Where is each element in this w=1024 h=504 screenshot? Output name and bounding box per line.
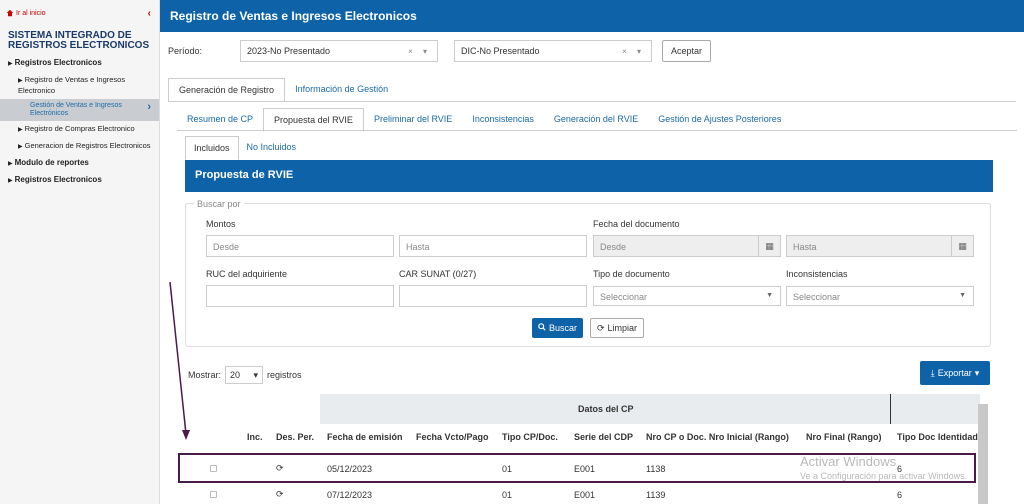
annotation-arrow: [169, 281, 190, 440]
